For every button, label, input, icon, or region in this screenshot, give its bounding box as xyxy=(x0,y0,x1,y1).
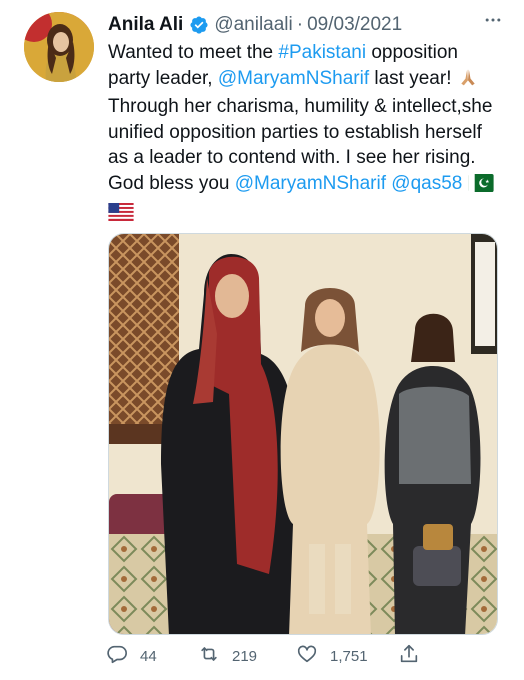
mention-link[interactable]: @qas58 xyxy=(391,173,462,194)
tweet-text: Wanted to meet the #Pakistani opposition… xyxy=(108,40,504,228)
retweet-count: 219 xyxy=(232,647,258,665)
tweet-date[interactable]: 09/03/2021 xyxy=(307,14,402,36)
tweet-header: Anila Ali @anilaali · 09/03/2021 xyxy=(108,12,504,38)
reply-icon xyxy=(106,643,128,669)
retweet-button[interactable]: 219 xyxy=(198,643,296,669)
tweet-text-segment: Wanted to meet the xyxy=(108,42,279,63)
share-button[interactable] xyxy=(398,643,420,669)
avatar-photo xyxy=(24,12,94,82)
reply-count: 44 xyxy=(140,647,157,665)
mention-link[interactable]: @MaryamNSharif xyxy=(218,68,369,89)
like-button[interactable]: 1,751 xyxy=(296,643,398,669)
heart-icon xyxy=(296,643,318,669)
author-handle[interactable]: @anilaali xyxy=(214,14,292,36)
mention-link[interactable]: @MaryamNSharif xyxy=(235,173,386,194)
share-icon xyxy=(398,643,420,669)
author-display-name[interactable]: Anila Ali xyxy=(108,14,183,36)
more-horizontal-icon[interactable] xyxy=(478,10,504,30)
verified-badge-icon xyxy=(189,15,209,35)
tweet-text-segment: last year! xyxy=(369,67,457,89)
tweet-photo[interactable] xyxy=(108,233,498,635)
retweet-icon xyxy=(198,643,220,669)
tweet[interactable]: Anila Ali @anilaali · 09/03/2021 Wanted … xyxy=(0,0,524,680)
author-avatar[interactable] xyxy=(24,12,94,82)
tweet-actions: 44 219 1,751 xyxy=(106,643,436,669)
pakistan-flag-icon xyxy=(468,173,494,200)
usa-flag-icon xyxy=(108,202,134,229)
hashtag-link[interactable]: #Pakistani xyxy=(278,42,366,63)
group-photo xyxy=(109,234,497,634)
reply-button[interactable]: 44 xyxy=(106,643,198,669)
header-separator: · xyxy=(296,14,304,35)
folded-hands-emoji-icon xyxy=(457,67,479,95)
like-count: 1,751 xyxy=(330,647,368,665)
tweet-text-segment xyxy=(494,173,499,194)
